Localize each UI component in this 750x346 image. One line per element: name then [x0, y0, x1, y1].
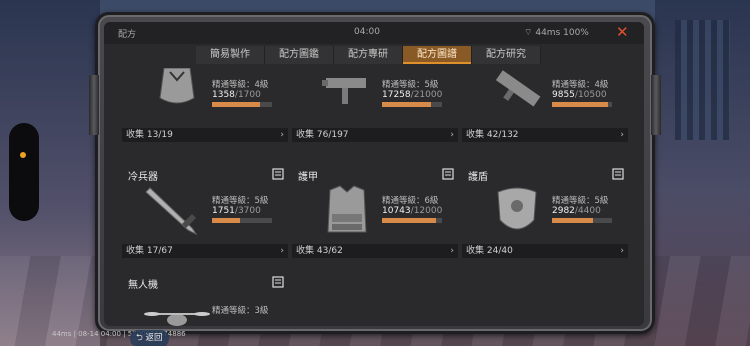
progress-text: 17258/21000	[382, 90, 443, 100]
progress-fill	[212, 102, 260, 107]
blade-icon	[142, 184, 212, 236]
progress-bar	[212, 102, 272, 107]
recipe-grid: 精通等級：4級 1358/1700 收集 13/19 › 精通等級：5級 1725…	[122, 67, 628, 326]
progress-fill	[382, 102, 432, 107]
collect-row[interactable]: 收集 13/19 ›	[122, 128, 288, 142]
mastery-level: 精通等級：4級	[212, 80, 269, 90]
collect-row[interactable]: 收集 76/197 ›	[292, 128, 458, 142]
recipe-card[interactable]: 精通等級：4級 1358/1700 收集 13/19 ›	[122, 50, 288, 146]
side-menu-pill[interactable]	[9, 123, 39, 221]
category-name: 無人機	[128, 280, 158, 291]
progress-bar	[382, 102, 442, 107]
smg-icon	[312, 68, 382, 118]
mastery-level: 精通等級：5級	[212, 196, 269, 206]
recipe-card[interactable]: 精通等級：4級 9855/10500 收集 42/132 ›	[462, 50, 628, 146]
back-button[interactable]: ⮌ 返回	[130, 330, 169, 346]
recipe-card[interactable]: 精通等級：5級 17258/21000 收集 76/197 ›	[292, 50, 458, 146]
progress-text: 1751/3700	[212, 206, 261, 216]
progress-bar	[382, 218, 442, 223]
background-railing	[675, 20, 730, 140]
clock: 04:00	[354, 27, 380, 37]
network-text: 44ms 100%	[535, 28, 589, 38]
book-icon[interactable]	[272, 276, 286, 288]
chevron-right-icon: ›	[450, 130, 454, 140]
chevron-right-icon: ›	[280, 130, 284, 140]
collect-row[interactable]: 收集 24/40 ›	[462, 244, 628, 258]
progress-fill	[382, 218, 436, 223]
drone-icon	[142, 292, 212, 326]
chevron-right-icon: ›	[620, 246, 624, 256]
mastery-level: 精通等級：3級	[212, 306, 269, 316]
progress-text: 1358/1700	[212, 90, 261, 100]
wifi-icon: ⌔	[524, 28, 533, 38]
recipe-card[interactable]: 冷兵器 精通等級：5級 1751/3700 收集 17/67 ›	[122, 166, 288, 262]
recipe-card[interactable]: 無人機 精通等級：3級	[122, 274, 288, 326]
notification-dot	[20, 152, 26, 158]
mastery-level: 精通等級：4級	[552, 80, 609, 90]
progress-text: 2982/4400	[552, 206, 601, 216]
mastery-level: 精通等級：5級	[552, 196, 609, 206]
progress-bar	[212, 218, 272, 223]
recipe-panel: 配方 04:00 ⌔ 44ms 100% ✕ 簡易製作 配方圖鑑 配方專研 配方…	[104, 22, 644, 326]
back-arrow-icon: ⮌	[136, 333, 143, 343]
progress-fill	[212, 218, 241, 223]
chevron-right-icon: ›	[280, 246, 284, 256]
chevron-right-icon: ›	[620, 130, 624, 140]
mastery-level: 精通等級：5級	[382, 80, 439, 90]
panel-title: 配方	[118, 30, 137, 40]
progress-text: 10743/12000	[382, 206, 443, 216]
book-icon[interactable]	[272, 168, 286, 180]
progress-text: 9855/10500	[552, 90, 607, 100]
collect-row[interactable]: 收集 43/62 ›	[292, 244, 458, 258]
progress-fill	[552, 102, 609, 107]
progress-fill	[552, 218, 593, 223]
collect-row[interactable]: 收集 42/132 ›	[462, 128, 628, 142]
vest-icon	[142, 67, 212, 118]
mastery-level: 精通等級：6級	[382, 196, 439, 206]
progress-bar	[552, 102, 612, 107]
network-status: ⌔ 44ms 100%	[524, 27, 589, 38]
progress-bar	[552, 218, 612, 223]
chevron-right-icon: ›	[450, 246, 454, 256]
recipe-card[interactable]: 護盾 精通等級：5級 2982/4400 收集 24/40 ›	[462, 166, 628, 262]
book-icon[interactable]	[612, 168, 626, 180]
back-label: 返回	[145, 333, 163, 343]
status-bar: 配方 04:00 ⌔ 44ms 100% ✕	[104, 22, 644, 44]
shield-icon	[482, 184, 552, 234]
book-icon[interactable]	[442, 168, 456, 180]
collect-row[interactable]: 收集 17/67 ›	[122, 244, 288, 258]
category-name: 護盾	[468, 172, 488, 183]
category-name: 護甲	[298, 172, 318, 183]
launcher-icon	[482, 68, 552, 118]
armor-icon	[312, 184, 382, 234]
close-icon[interactable]: ✕	[616, 23, 629, 41]
recipe-card[interactable]: 護甲 精通等級：6級 10743/12000 收集 43/62 ›	[292, 166, 458, 262]
category-name: 冷兵器	[128, 172, 158, 183]
